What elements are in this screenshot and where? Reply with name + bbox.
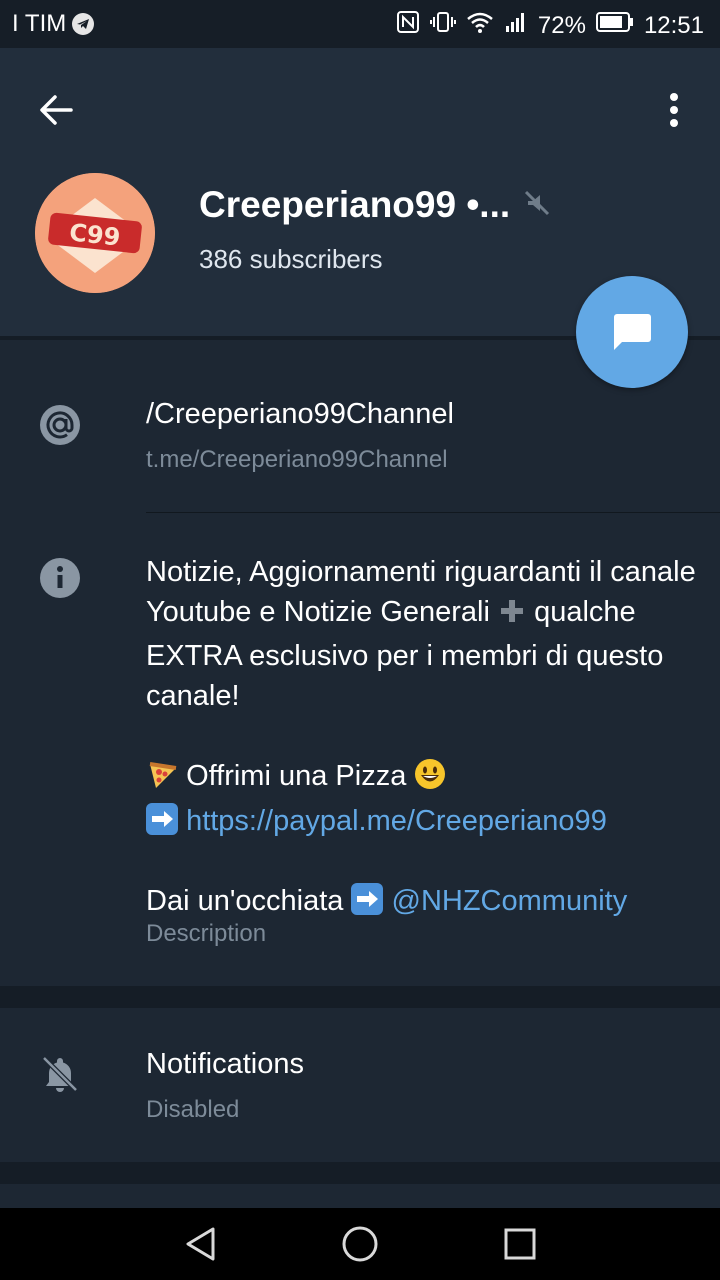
pizza-text: Offrimi una Pizza bbox=[186, 760, 407, 792]
telegram-icon bbox=[72, 13, 95, 35]
circle-home-icon bbox=[342, 1226, 378, 1262]
description-label: Description bbox=[146, 920, 267, 947]
carrier-label: I TIM bbox=[12, 10, 67, 37]
time-label: 12:51 bbox=[643, 11, 704, 39]
system-nav-bar bbox=[0, 1208, 720, 1280]
paypal-link[interactable]: https://paypal.me/Creeperiano99 bbox=[186, 805, 607, 837]
notifications-status: Disabled bbox=[146, 1096, 240, 1123]
nav-home-button[interactable] bbox=[338, 1222, 382, 1266]
plus-emoji-icon bbox=[498, 596, 526, 636]
pizza-emoji-icon bbox=[146, 758, 178, 801]
subscriber-count: 386 subscribers bbox=[199, 244, 383, 274]
info-icon bbox=[40, 558, 80, 598]
section-separator bbox=[0, 986, 720, 1008]
chat-bubble-icon bbox=[614, 314, 651, 350]
battery-icon bbox=[595, 11, 634, 40]
community-link[interactable]: @NHZCommunity bbox=[392, 885, 628, 917]
wifi-icon bbox=[466, 10, 494, 41]
muted-icon bbox=[524, 190, 550, 221]
signal-icon bbox=[504, 10, 528, 41]
section-separator bbox=[0, 1162, 720, 1184]
username-link[interactable]: t.me/Creeperiano99Channel bbox=[146, 446, 448, 474]
vibrate-icon bbox=[429, 10, 456, 41]
open-chat-button[interactable] bbox=[576, 276, 688, 388]
more-menu-button[interactable] bbox=[654, 84, 694, 136]
channel-description: Notizie, Aggiornamenti riguardanti il ca… bbox=[146, 552, 696, 921]
triangle-back-icon bbox=[186, 1227, 215, 1261]
smiley-emoji-icon bbox=[414, 758, 446, 801]
avatar-monogram: C99 bbox=[68, 218, 122, 251]
username-title[interactable]: /Creeperiano99Channel bbox=[146, 398, 454, 431]
nfc-icon bbox=[396, 10, 420, 41]
notifications-title[interactable]: Notifications bbox=[146, 1048, 304, 1081]
more-vert-icon bbox=[670, 93, 678, 127]
arrow-right-emoji-icon bbox=[146, 803, 178, 835]
back-button[interactable] bbox=[30, 84, 82, 136]
nav-back-button[interactable] bbox=[178, 1222, 222, 1266]
look-text: Dai un'occhiata bbox=[146, 885, 344, 917]
square-recents-icon bbox=[504, 1228, 536, 1260]
arrow-left-icon bbox=[40, 95, 73, 125]
row-divider bbox=[146, 512, 720, 513]
nav-recents-button[interactable] bbox=[498, 1222, 542, 1266]
channel-avatar[interactable]: C99 bbox=[35, 173, 155, 293]
status-bar: I TIM 72% 12:51 bbox=[0, 0, 720, 48]
channel-name: Creeperiano99 •... bbox=[199, 184, 511, 225]
arrow-right-emoji-icon bbox=[351, 883, 384, 915]
at-sign-icon bbox=[40, 405, 80, 445]
battery-label: 72% bbox=[537, 11, 586, 39]
notifications-off-icon bbox=[40, 1054, 80, 1094]
